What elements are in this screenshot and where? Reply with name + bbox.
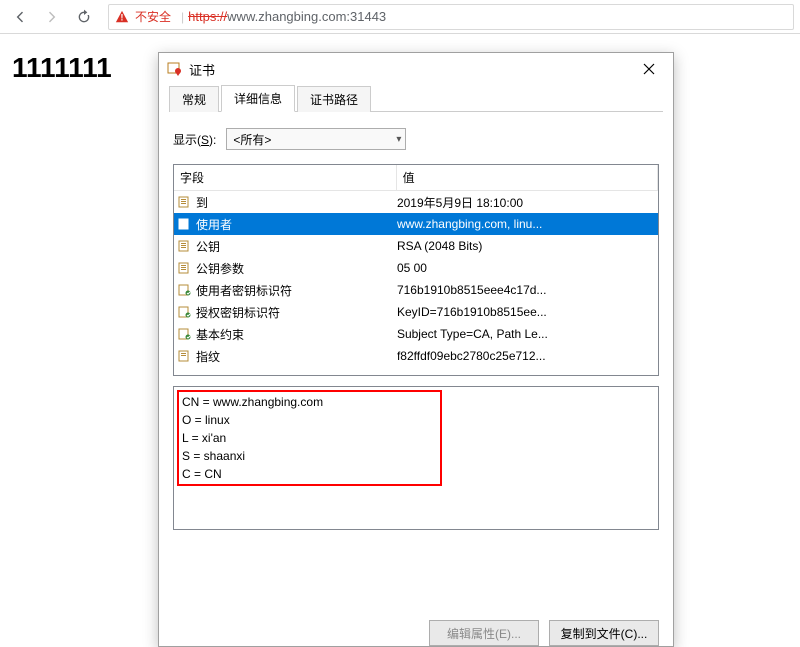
field-value: KeyID=716b1910b8515ee... [397, 305, 654, 319]
field-name: 公钥 [196, 238, 220, 255]
header-field[interactable]: 字段 [174, 165, 397, 190]
warning-triangle-icon: ! [115, 10, 129, 24]
field-value: 05 00 [397, 261, 654, 275]
detail-line: L = xi'an [182, 429, 650, 447]
dialog-title-bar[interactable]: 证书 [159, 53, 673, 85]
field-name: 基本约束 [196, 326, 244, 343]
dialog-title: 证书 [189, 60, 215, 79]
field-value: 2019年5月9日 18:10:00 [397, 194, 654, 211]
field-row[interactable]: 基本约束 Subject Type=CA, Path Le... [174, 323, 658, 345]
reload-icon [76, 9, 92, 25]
tab-general[interactable]: 常规 [169, 86, 219, 112]
url-bar[interactable]: ! 不安全 | https://www.zhangbing.com:31443 [108, 4, 794, 30]
field-row[interactable]: 公钥 RSA (2048 Bits) [174, 235, 658, 257]
field-name: 使用者密钥标识符 [196, 282, 292, 299]
field-row[interactable]: 使用者密钥标识符 716b1910b8515eee4c17d... [174, 279, 658, 301]
property-icon [178, 349, 192, 363]
dialog-close-button[interactable] [633, 57, 665, 81]
field-row[interactable]: 公钥参数 05 00 [174, 257, 658, 279]
extension-icon [178, 327, 192, 341]
cert-fields-list[interactable]: 字段 值 到 2019年5月9日 18:10:00 使用者 www.zhangbing… [173, 164, 659, 376]
dialog-tabs: 常规 详细信息 证书路径 [159, 85, 673, 111]
field-name: 指纹 [196, 348, 220, 365]
file-icon [178, 217, 192, 231]
field-value: 716b1910b8515eee4c17d... [397, 283, 654, 297]
field-name: 使用者 [196, 216, 232, 233]
url-scheme: https:// [188, 9, 227, 24]
extension-icon [178, 305, 192, 319]
back-button[interactable] [6, 3, 34, 31]
show-filter-value: <所有> [233, 131, 271, 148]
fields-header: 字段 值 [174, 165, 658, 191]
show-label: 显示(S): [173, 131, 216, 148]
chevron-down-icon: ▾ [396, 134, 401, 145]
detail-line: CN = www.zhangbing.com [182, 393, 650, 411]
field-name: 授权密钥标识符 [196, 304, 280, 321]
tab-details[interactable]: 详细信息 [221, 85, 295, 112]
detail-line: O = linux [182, 411, 650, 429]
field-row[interactable]: 指纹 f82ffdf09ebc2780c25e712... [174, 345, 658, 367]
field-row[interactable]: 授权密钥标识符 KeyID=716b1910b8515ee... [174, 301, 658, 323]
insecure-label: 不安全 [135, 8, 171, 25]
field-row[interactable]: 到 2019年5月9日 18:10:00 [174, 191, 658, 213]
file-icon [178, 261, 192, 275]
arrow-left-icon [12, 9, 28, 25]
url-text: https://www.zhangbing.com:31443 [188, 9, 386, 24]
reload-button[interactable] [70, 3, 98, 31]
field-name: 公钥参数 [196, 260, 244, 277]
field-value: RSA (2048 Bits) [397, 239, 654, 253]
url-divider: | [181, 10, 184, 24]
field-value: f82ffdf09ebc2780c25e712... [397, 349, 654, 363]
field-name: 到 [196, 194, 208, 211]
header-value[interactable]: 值 [397, 165, 658, 190]
copy-to-file-button[interactable]: 复制到文件(C)... [549, 620, 659, 646]
detail-line: C = CN [182, 465, 650, 483]
field-value: Subject Type=CA, Path Le... [397, 327, 654, 341]
file-icon [178, 195, 192, 209]
extension-icon [178, 283, 192, 297]
certificate-dialog: 证书 常规 详细信息 证书路径 显示(S): <所有> ▾ 字段 值 到 2019… [158, 52, 674, 647]
url-host: www.zhangbing.com:31443 [227, 9, 386, 24]
forward-button[interactable] [38, 3, 66, 31]
cert-detail-panel[interactable]: CN = www.zhangbing.comO = linuxL = xi'an… [173, 386, 659, 530]
close-icon [643, 63, 655, 75]
detail-line: S = shaanxi [182, 447, 650, 465]
page-headline: 1111111 [0, 34, 124, 84]
file-icon [178, 239, 192, 253]
field-row[interactable]: 使用者 www.zhangbing.com, linu... [174, 213, 658, 235]
certificate-icon [167, 61, 183, 77]
tab-cert-path[interactable]: 证书路径 [297, 86, 371, 112]
arrow-right-icon [44, 9, 60, 25]
field-value: www.zhangbing.com, linu... [397, 217, 654, 231]
svg-text:!: ! [121, 12, 124, 22]
edit-properties-button[interactable]: 编辑属性(E)... [429, 620, 539, 646]
show-filter-select[interactable]: <所有> ▾ [226, 128, 406, 150]
